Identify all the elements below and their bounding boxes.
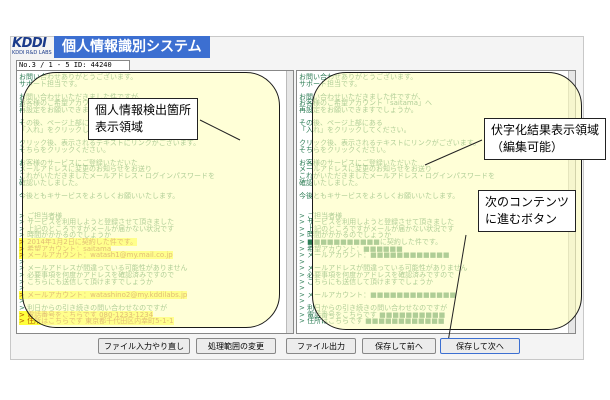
callout-masked-area: 伏字化結果表示領域 （編集可能） [484, 118, 607, 160]
callout-detected-area: 個人情報検出箇所 表示領域 [88, 98, 199, 140]
change-range-button[interactable]: 処理範囲の変更 [196, 338, 276, 354]
file-output-button[interactable]: ファイル出力 [286, 338, 356, 354]
callout-next-button: 次のコンテンツ に進むボタン [478, 190, 577, 232]
save-prev-button[interactable]: 保存して前へ [362, 338, 436, 354]
file-input-retry-button[interactable]: ファイル入力やり直し [98, 338, 190, 354]
save-next-button[interactable]: 保存して次へ [440, 338, 520, 354]
